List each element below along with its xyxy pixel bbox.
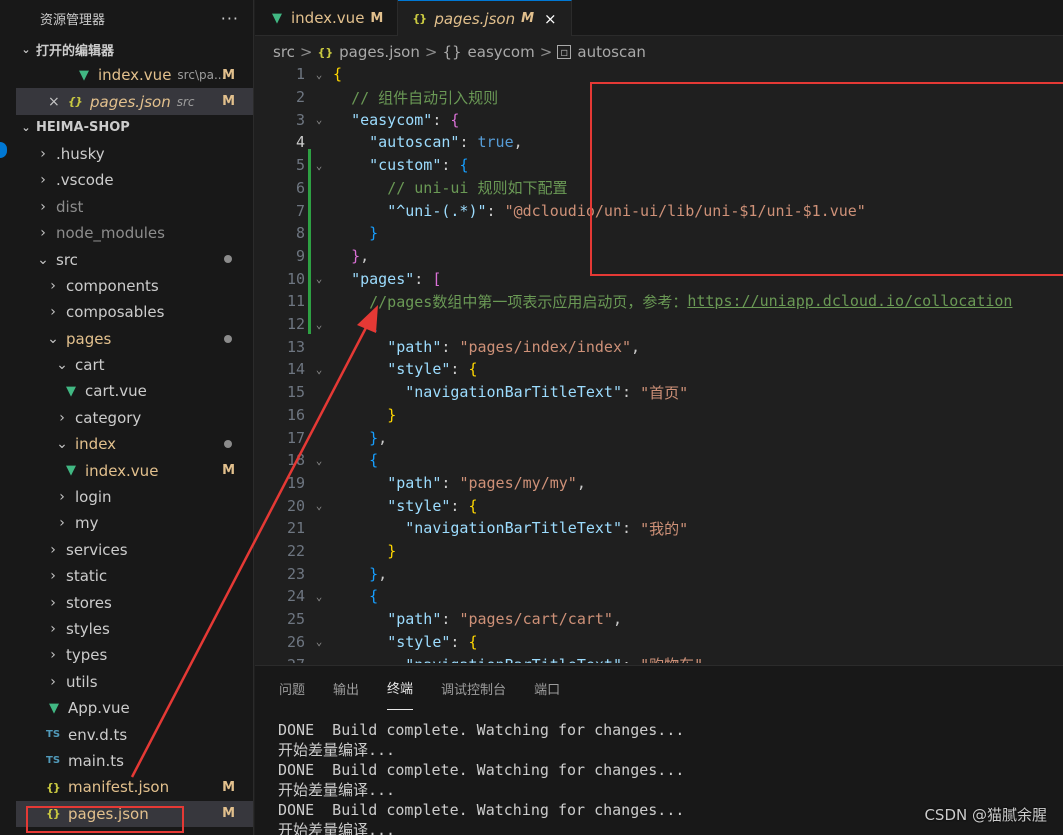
annotation-arrow (130, 305, 378, 778)
vscode-window: 资源管理器 ··· ⌄ 打开的编辑器 ▼ index.vue src\pa...… (0, 0, 1063, 835)
watermark: CSDN @猫腻余腥 (924, 806, 1047, 824)
